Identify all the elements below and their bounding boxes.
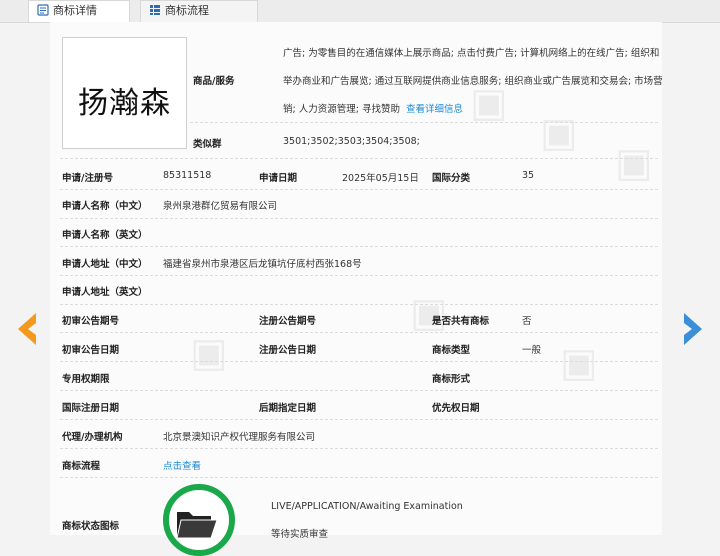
chevron-right-icon[interactable] (680, 311, 706, 347)
list-icon (150, 5, 160, 15)
document-icon (37, 4, 49, 16)
folder-icon (176, 512, 218, 539)
divider (60, 218, 658, 219)
reg-no-label: 申请/注册号 (62, 173, 113, 184)
divider (60, 477, 658, 478)
intl-reg-date-label: 国际注册日期 (62, 403, 120, 414)
agent-label: 代理/办理机构 (62, 432, 123, 443)
prelim-no-label: 初审公告期号 (62, 316, 120, 327)
app-date-value: 2025年05月15日 (342, 173, 419, 184)
reg-pub-no-label: 注册公告期号 (259, 316, 317, 327)
app-date-label: 申请日期 (259, 173, 298, 184)
goods-label: 商品/服务 (193, 76, 235, 87)
prelim-date-label: 初审公告日期 (62, 345, 120, 356)
applicant-cn-label: 申请人名称（中文） (62, 201, 148, 212)
reg-pub-date-label: 注册公告日期 (259, 345, 317, 356)
mark-form-label: 商标形式 (432, 374, 471, 385)
reg-no-value: 85311518 (163, 170, 212, 181)
status-en: LIVE/APPLICATION/Awaiting Examination (271, 501, 463, 512)
shared-value: 否 (522, 316, 532, 327)
shared-label: 是否共有商标 (432, 316, 490, 327)
trademark-logo: 扬瀚森 (62, 37, 187, 149)
status-cn: 等待实质审查 (271, 529, 329, 540)
later-date-label: 后期指定日期 (259, 403, 317, 414)
divider (60, 189, 658, 190)
divider (60, 246, 658, 247)
address-en-label: 申请人地址（英文） (62, 287, 148, 298)
tab-bar: 商标详情 商标流程 (0, 0, 720, 23)
agent-value: 北京景澳知识产权代理服务有限公司 (163, 432, 316, 443)
view-details-link[interactable]: 查看详细信息 (406, 104, 463, 115)
flow-view-link[interactable]: 点击查看 (163, 458, 201, 472)
divider (60, 361, 658, 362)
tab-label: 商标流程 (165, 4, 209, 17)
similar-group-value: 3501;3502;3503;3504;3508; (283, 136, 420, 147)
address-cn-label: 申请人地址（中文） (62, 259, 148, 270)
mark-type-label: 商标类型 (432, 345, 471, 356)
goods-services-value: 广告; 为零售目的在通信媒体上展示商品; 点击付费广告; 计算机网络上的在线广告… (283, 48, 663, 115)
intl-class-value: 35 (522, 170, 535, 181)
address-cn-value: 福建省泉州市泉港区后龙镇坑仔底村西张168号 (163, 259, 362, 270)
status-icon (163, 484, 235, 556)
chevron-left-icon[interactable] (14, 311, 40, 347)
mark-type-value: 一般 (522, 345, 542, 356)
divider (60, 419, 658, 420)
trademark-logo-text: 扬瀚森 (78, 86, 171, 121)
tab-label: 商标详情 (53, 4, 97, 17)
applicant-cn-value: 泉州泉港群亿贸易有限公司 (163, 201, 278, 212)
tab-trademark-flow[interactable]: 商标流程 (140, 0, 258, 22)
flow-label: 商标流程 (62, 461, 101, 472)
divider (60, 448, 658, 449)
divider (60, 275, 658, 276)
priority-date-label: 优先权日期 (432, 403, 480, 414)
goods-services-text: 广告; 为零售目的在通信媒体上展示商品; 点击付费广告; 计算机网络上的在线广告… (283, 40, 663, 124)
divider (60, 332, 658, 333)
intl-class-label: 国际分类 (432, 173, 471, 184)
divider (190, 122, 658, 123)
exclusive-period-label: 专用权期限 (62, 374, 110, 385)
similar-group-label: 类似群 (193, 139, 222, 150)
divider (60, 158, 658, 159)
divider (60, 304, 658, 305)
applicant-en-label: 申请人名称（英文） (62, 230, 148, 241)
status-icon-label: 商标状态图标 (62, 521, 120, 532)
tab-trademark-details[interactable]: 商标详情 (28, 0, 130, 22)
divider (60, 390, 658, 391)
